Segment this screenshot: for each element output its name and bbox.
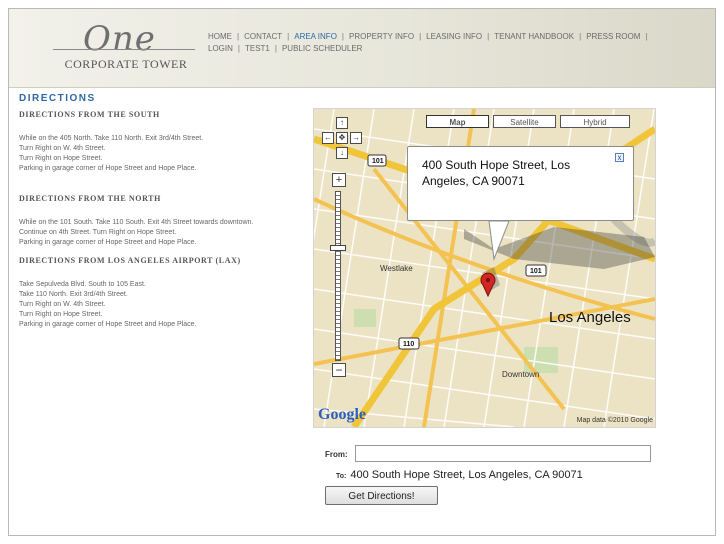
direction-line: Turn Right on Hope Street. xyxy=(19,155,103,162)
map-type-map-button[interactable]: Map xyxy=(426,115,489,128)
map-zoom-control: ↑ ← ✥ → ↓ + − xyxy=(322,117,370,377)
nav-row-2: LOGIN | TEST1 | PUBLIC SCHEDULER xyxy=(208,43,708,55)
pan-center-icon[interactable]: ✥ xyxy=(336,132,348,144)
nav-property-info[interactable]: PROPERTY INFO xyxy=(349,32,414,41)
zoom-slider-thumb[interactable] xyxy=(330,245,346,251)
pan-right-icon[interactable]: → xyxy=(350,132,362,144)
google-logo[interactable]: Google xyxy=(318,406,366,424)
direction-line: Take Sepulveda Blvd. South to 105 East. xyxy=(19,281,146,288)
nav-public-scheduler[interactable]: PUBLIC SCHEDULER xyxy=(282,44,362,53)
nav-home[interactable]: HOME xyxy=(208,32,232,41)
nav-separator: | xyxy=(237,44,240,53)
nav-login[interactable]: LOGIN xyxy=(208,44,233,53)
section-lines: While on the 405 North. Take 110 North. … xyxy=(19,134,299,174)
map-attribution: Map data ©2010 Google xyxy=(576,417,653,424)
site-header: One CORPORATE TOWER HOME | CONTACT | AREA IN… xyxy=(9,9,715,88)
nav-area-info[interactable]: AREA INFO xyxy=(294,32,337,41)
map-info-window: 400 South Hope Street, Los Angeles, CA 9… xyxy=(407,146,634,221)
shield-label-101-mid: 101 xyxy=(530,268,542,275)
nav-separator: | xyxy=(419,32,422,41)
direction-line: Parking in garage corner of Hope Street … xyxy=(19,165,197,172)
map-label-westlake: Westlake xyxy=(380,264,413,273)
shield-label-101-top: 101 xyxy=(372,158,384,165)
direction-line: Turn Right on Hope Street. xyxy=(19,311,103,318)
direction-line: While on the 101 South. Take 110 South. … xyxy=(19,219,254,226)
close-icon[interactable]: x xyxy=(615,153,624,162)
logo-name: CORPORATE TOWER xyxy=(64,57,188,71)
nav-separator: | xyxy=(487,32,490,41)
from-address-input[interactable] xyxy=(355,445,651,462)
nav-separator: | xyxy=(579,32,582,41)
direction-line: While on the 405 North. Take 110 North. … xyxy=(19,135,204,142)
zoom-in-icon[interactable]: + xyxy=(332,173,346,187)
logo-script: One xyxy=(83,19,156,59)
google-map[interactable]: Los Angeles Westlake Downtown 101 101 11… xyxy=(313,108,656,428)
map-label-city: Los Angeles xyxy=(549,309,631,326)
direction-line: Parking in garage corner of Hope Street … xyxy=(19,239,197,246)
direction-line: Turn Right on W. 4th Street. xyxy=(19,301,106,308)
map-type-satellite-button[interactable]: Satellite xyxy=(493,115,556,128)
map-type-control: Map Satellite Hybrid xyxy=(426,115,630,128)
nav-test1[interactable]: TEST1 xyxy=(245,44,270,53)
map-type-hybrid-button[interactable]: Hybrid xyxy=(560,115,630,128)
nav-separator: | xyxy=(645,32,648,41)
nav-contact[interactable]: CONTACT xyxy=(244,32,282,41)
direction-line: Parking in garage corner of Hope Street … xyxy=(19,321,197,328)
main-nav: HOME | CONTACT | AREA INFO | PROPERTY INFO | LEA… xyxy=(208,31,708,55)
zoom-out-icon[interactable]: − xyxy=(332,363,346,377)
nav-press-room[interactable]: PRESS ROOM xyxy=(586,32,640,41)
nav-leasing-info[interactable]: LEASING INFO xyxy=(426,32,482,41)
nav-separator: | xyxy=(237,32,240,41)
logo-rule xyxy=(53,49,195,50)
section-lines: While on the 101 South. Take 110 South. … xyxy=(19,218,299,248)
pan-left-icon[interactable]: ← xyxy=(322,132,334,144)
to-label: To: xyxy=(336,473,347,480)
page-title: DIRECTIONS xyxy=(19,93,96,104)
shield-label-110: 110 xyxy=(403,341,414,348)
nav-separator: | xyxy=(287,32,290,41)
pan-up-icon[interactable]: ↑ xyxy=(336,117,348,129)
to-address: 400 South Hope Street, Los Angeles, CA 9… xyxy=(350,469,583,481)
direction-line: Turn Right on W. 4th Street. xyxy=(19,145,106,152)
nav-tenant-handbook[interactable]: TENANT HANDBOOK xyxy=(494,32,574,41)
nav-separator: | xyxy=(341,32,344,41)
pan-down-icon[interactable]: ↓ xyxy=(336,147,348,159)
site-logo[interactable]: One CORPORATE TOWER xyxy=(45,19,201,77)
direction-line: Take 110 North. Exit 3rd/4th Street. xyxy=(19,291,128,298)
to-row: To: 400 South Hope Street, Los Angeles, C… xyxy=(336,469,583,481)
map-label-downtown: Downtown xyxy=(502,370,539,379)
nav-row-1: HOME | CONTACT | AREA INFO | PROPERTY INFO | LEA… xyxy=(208,31,708,43)
from-label: From: xyxy=(325,450,348,459)
direction-line: Continue on 4th Street. Turn Right on Ho… xyxy=(19,229,177,236)
zoom-slider-track[interactable] xyxy=(335,191,341,361)
google-logo-text: Google xyxy=(318,406,366,423)
section-lines: Take Sepulveda Blvd. South to 105 East. … xyxy=(19,280,299,330)
get-directions-button[interactable]: Get Directions! xyxy=(325,486,438,505)
nav-separator: | xyxy=(274,44,277,53)
info-window-address: 400 South Hope Street, Los Angeles, CA 9… xyxy=(422,158,571,188)
